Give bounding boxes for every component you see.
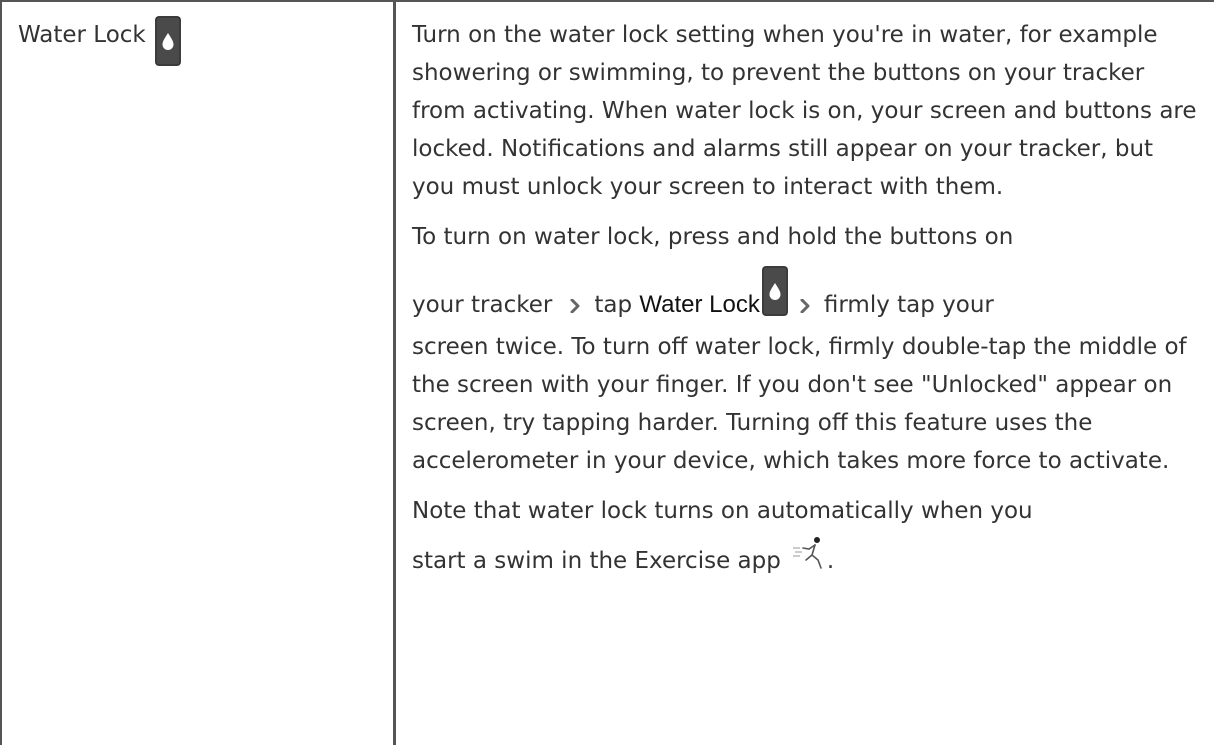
paragraph-2-rest: screen twice. To turn off water lock, fi… [412,334,1187,474]
description-paragraph-2: To turn on water lock, press and hold th… [412,218,1202,480]
paragraph-3-line-1: Note that water lock turns on automatica… [412,498,1033,524]
paragraph-3-line-2-text: start a swim in the Exercise app [412,548,781,574]
paragraph-2-line-2: your tracker tap Water Lock firmly tap you… [412,266,1202,328]
paragraph-3-line-2: start a swim in the Exercise app . [412,536,1202,582]
water-drop-icon [154,16,181,70]
description-paragraph-1: Turn on the water lock setting when you'… [412,22,1197,200]
setting-name-cell: Water Lock [18,16,388,70]
water-lock-label: Water Lock [639,291,760,318]
paragraph-2-seg-2: tap [594,292,640,318]
setting-description-cell: Turn on the water lock setting when you'… [412,16,1202,582]
running-person-icon [791,536,827,582]
paragraph-2-seg-1: your tracker [412,292,553,318]
paragraph-2-seg-4: firmly tap your [823,292,994,318]
column-divider [393,0,396,745]
paragraph-3-end: . [826,548,835,574]
water-drop-icon [761,266,788,328]
description-paragraph-3: Note that water lock turns on automatica… [412,492,1202,582]
paragraph-2-line-1: To turn on water lock, press and hold th… [412,224,1014,250]
chevron-right-icon [800,287,810,325]
setting-name: Water Lock [18,22,146,48]
chevron-right-icon [570,287,580,325]
